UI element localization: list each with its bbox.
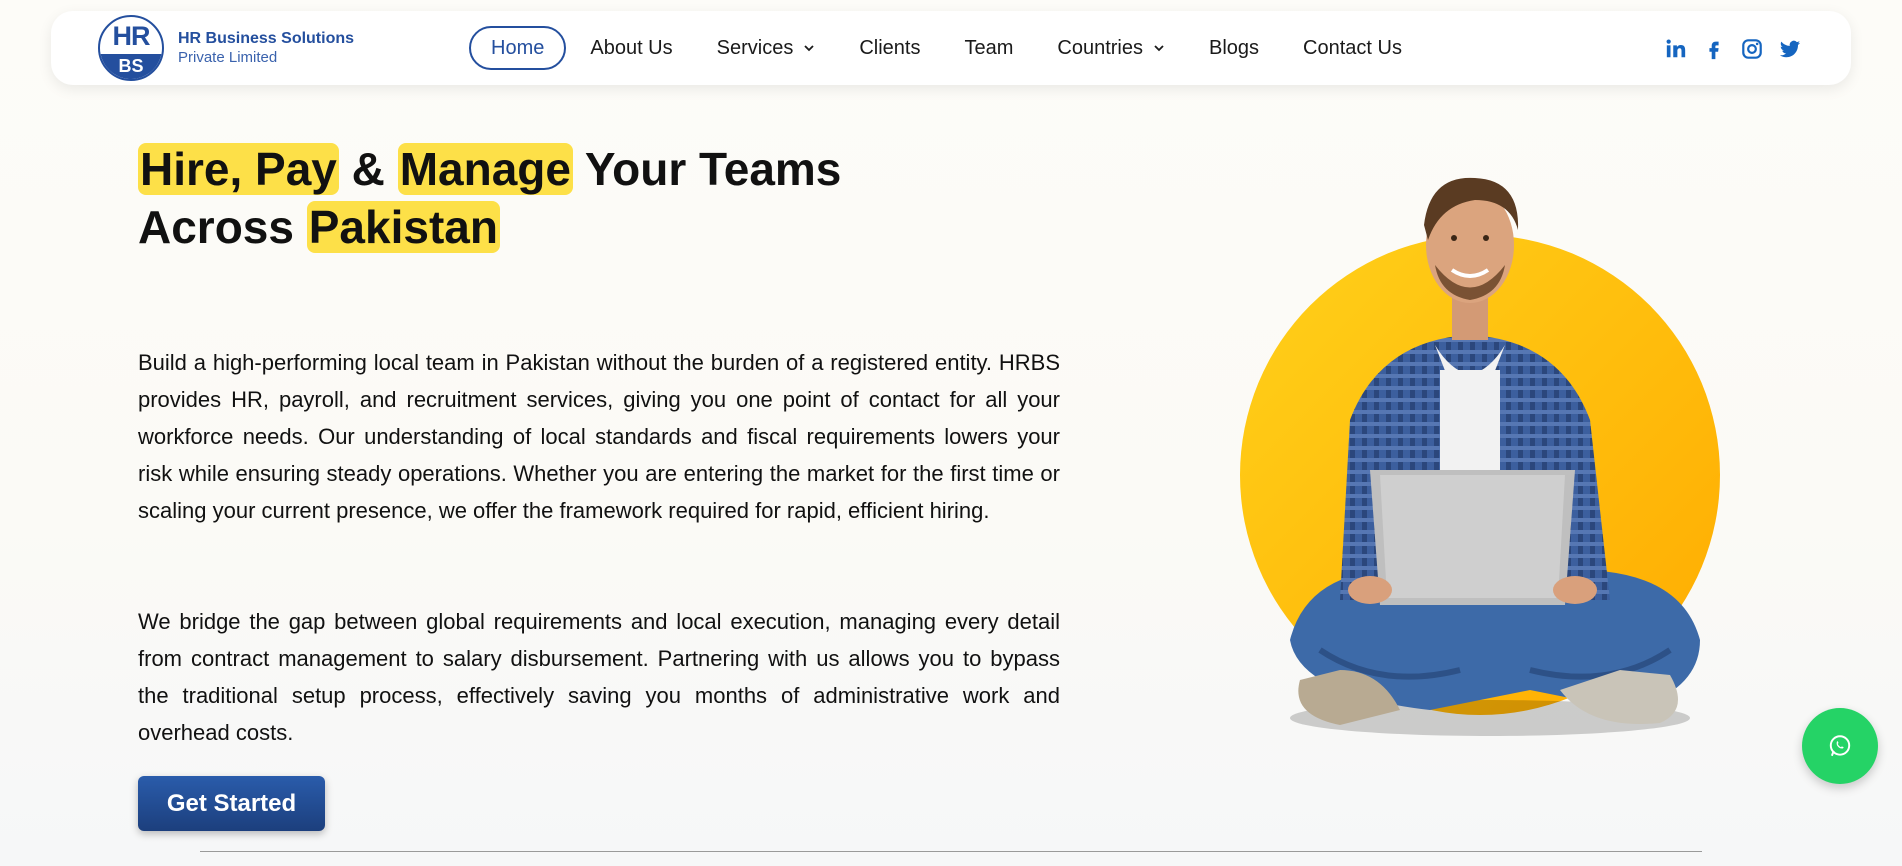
linkedin-icon[interactable] [1657,36,1695,62]
hero-paragraph-1: Build a high-performing local team in Pa… [138,350,1060,523]
main-nav: Home About Us Services Clients Team Coun… [469,26,1424,70]
logo-text: HR Business Solutions Private Limited [178,29,354,67]
logo[interactable]: HR BS HR Business Solutions Private Limi… [98,15,354,81]
nav-item-countries[interactable]: Countries [1035,26,1187,70]
nav-item-clients[interactable]: Clients [837,26,942,70]
chevron-down-icon [1154,45,1164,52]
facebook-icon[interactable] [1695,36,1733,62]
headline-highlight-manage: Manage [397,143,573,195]
whatsapp-icon [1829,735,1851,757]
get-started-button[interactable]: Get Started [138,776,325,831]
instagram-icon[interactable] [1733,36,1771,62]
nav-item-team[interactable]: Team [942,26,1035,70]
nav-item-about-us[interactable]: About Us [568,26,694,70]
top-navbar: HR BS HR Business Solutions Private Limi… [51,11,1851,85]
headline-highlight-hire-pay: Hire, Pay [138,143,339,195]
logo-badge: HR BS [98,15,164,81]
nav-item-contact-us[interactable]: Contact Us [1281,26,1424,70]
headline-highlight-pakistan: Pakistan [306,201,500,253]
brand-name: HR Business Solutions [178,30,355,47]
nav-item-services[interactable]: Services [695,26,838,70]
hero-paragraph-2: We bridge the gap between global require… [138,609,1060,745]
twitter-icon[interactable] [1771,36,1809,62]
brand-tagline: Private Limited [178,49,278,66]
section-divider [200,851,1702,852]
whatsapp-chat-button[interactable] [1802,708,1878,784]
nav-item-home[interactable]: Home [469,26,567,70]
social-links [1657,36,1809,62]
hero-headline: Hire, Pay & Manage Your Teams Across Pak… [138,143,842,253]
hero-illustration [1240,177,1720,736]
chevron-down-icon [804,45,814,52]
nav-item-blogs[interactable]: Blogs [1187,26,1281,70]
